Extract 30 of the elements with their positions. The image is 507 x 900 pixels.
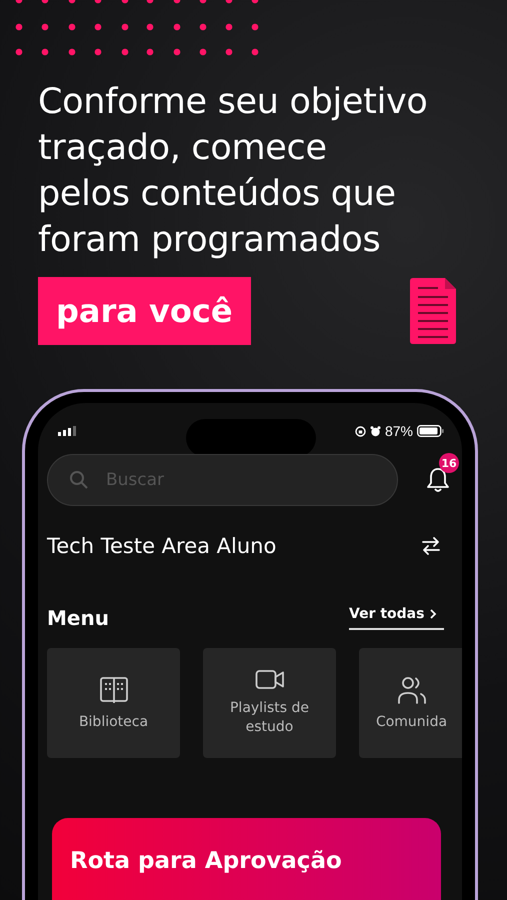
banner-card[interactable]: Rota para Aprovação bbox=[52, 818, 441, 900]
section-title: Menu bbox=[47, 606, 109, 630]
notification-badge: 16 bbox=[439, 453, 459, 473]
book-icon bbox=[98, 674, 128, 704]
headline-line: foram programados bbox=[38, 219, 382, 262]
swap-icon[interactable] bbox=[420, 535, 442, 557]
rotation-lock-icon bbox=[354, 426, 366, 436]
battery-icon bbox=[417, 425, 444, 437]
signal-icon bbox=[58, 426, 76, 436]
menu-card[interactable]: Biblioteca bbox=[47, 648, 180, 758]
search-icon bbox=[69, 470, 89, 490]
account-title: Tech Teste Area Aluno bbox=[47, 534, 276, 558]
headline-line: Conforme seu objetivo bbox=[38, 81, 429, 124]
alarm-icon bbox=[370, 426, 381, 436]
headline-line: traçado, comece bbox=[38, 127, 328, 170]
see-all-link[interactable]: Ver todas bbox=[349, 606, 444, 630]
notification-bell-icon[interactable] bbox=[426, 467, 450, 493]
chevron-right-icon bbox=[429, 608, 438, 620]
menu-card-label: Comunida bbox=[374, 712, 448, 732]
menu-card[interactable]: Playlists de estudo bbox=[203, 648, 336, 758]
menu-card-label: Playlists de estudo bbox=[228, 699, 310, 737]
video-camera-icon bbox=[254, 669, 284, 691]
banner-title: Rota para Aprovação bbox=[70, 848, 342, 874]
headline-line: pelos conteúdos que bbox=[38, 173, 397, 216]
battery-percentage: 87% bbox=[384, 423, 413, 439]
document-icon bbox=[410, 278, 456, 344]
menu-card[interactable]: Comunida bbox=[359, 648, 462, 758]
menu-card-label: Biblioteca bbox=[78, 712, 150, 732]
people-icon bbox=[396, 674, 426, 704]
highlight-label: para você bbox=[38, 277, 251, 345]
